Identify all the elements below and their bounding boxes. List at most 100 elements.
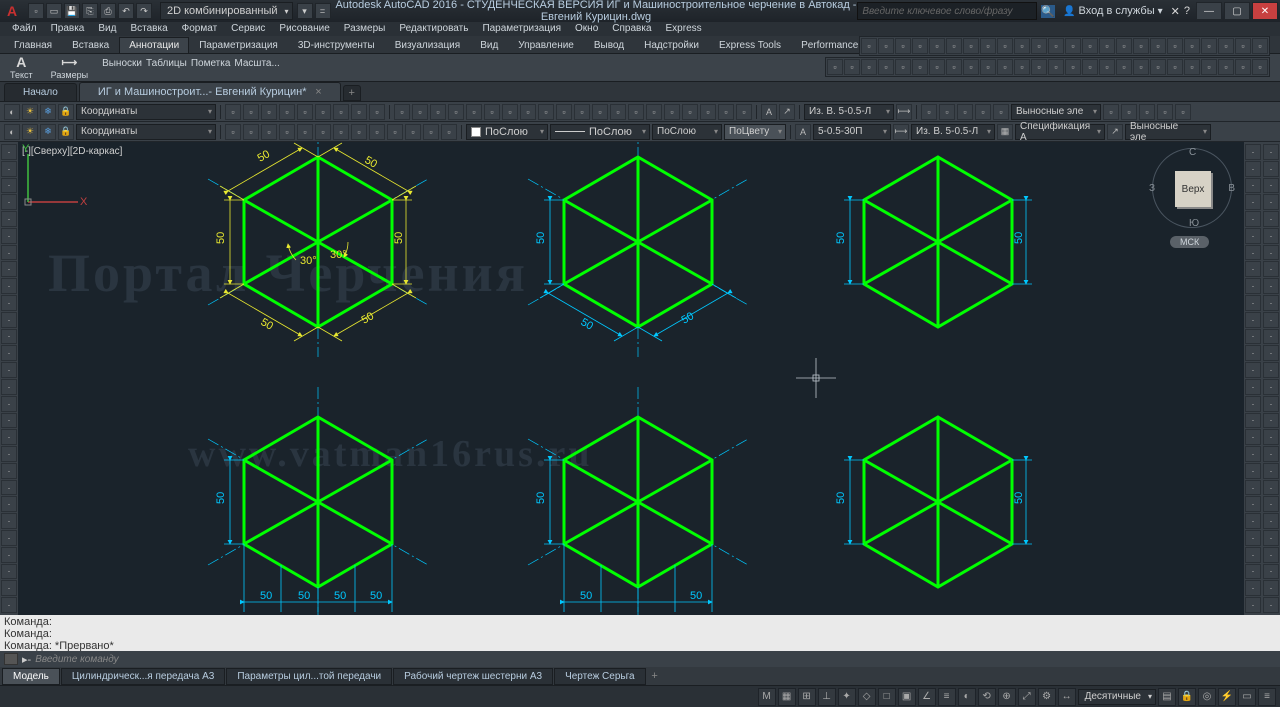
float-tool-icon[interactable]: ▫ xyxy=(1201,38,1217,54)
grid-toggle[interactable]: ▦ xyxy=(778,688,796,706)
tool-icon[interactable]: ▫ xyxy=(297,124,313,140)
float-tool-icon[interactable]: ▫ xyxy=(1201,59,1217,75)
float-tool-icon[interactable]: ▫ xyxy=(1235,59,1251,75)
float-tool-icon[interactable]: ▫ xyxy=(1099,59,1115,75)
customize-status[interactable]: ≡ xyxy=(1258,688,1276,706)
draw-tool-icon[interactable]: · xyxy=(1,564,17,580)
minimize-button[interactable]: — xyxy=(1196,2,1222,20)
linetype-combo[interactable]: ПоСлою xyxy=(550,124,650,140)
modify-tool-icon[interactable]: · xyxy=(1263,530,1279,546)
float-tool-icon[interactable]: ▫ xyxy=(929,59,945,75)
tool-icon[interactable]: ▫ xyxy=(1175,104,1191,120)
help-search-input[interactable]: Введите ключевое слово/фразу xyxy=(857,2,1037,20)
modify-tool-icon[interactable]: · xyxy=(1263,144,1279,160)
menu-express[interactable]: Express xyxy=(660,22,708,36)
nav-tool-icon[interactable]: · xyxy=(1245,144,1261,160)
tool-icon[interactable]: ▫ xyxy=(441,124,457,140)
layer-freeze-icon[interactable]: ❄ xyxy=(40,104,56,120)
menu-window[interactable]: Окно xyxy=(569,22,604,36)
tool-icon[interactable]: ▫ xyxy=(628,104,644,120)
qat-saveas-icon[interactable]: ⎘ xyxy=(82,3,98,19)
modify-tool-icon[interactable]: · xyxy=(1263,396,1279,412)
textstyle-combo[interactable]: 5-0.5-30П xyxy=(813,124,891,140)
float-tool-icon[interactable]: ▫ xyxy=(1150,38,1166,54)
nav-tool-icon[interactable]: · xyxy=(1245,463,1261,479)
tool-icon[interactable]: ▫ xyxy=(664,104,680,120)
tool-icon[interactable]: ▫ xyxy=(351,124,367,140)
modify-tool-icon[interactable]: · xyxy=(1263,597,1279,613)
modify-tool-icon[interactable]: · xyxy=(1263,547,1279,563)
dimstyle-combo-1[interactable]: Из. В. 5-0.5-Л xyxy=(804,104,894,120)
modify-tool-icon[interactable]: · xyxy=(1263,345,1279,361)
float-tool-icon[interactable]: ▫ xyxy=(946,38,962,54)
osnap-toggle[interactable]: □ xyxy=(878,688,896,706)
layer2-combo[interactable]: Координаты xyxy=(76,124,216,140)
modify-tool-icon[interactable]: · xyxy=(1263,379,1279,395)
nav-tool-icon[interactable]: · xyxy=(1245,580,1261,596)
nav-tool-icon[interactable]: · xyxy=(1245,496,1261,512)
cleanscreen-toggle[interactable]: ▭ xyxy=(1238,688,1256,706)
cycling-toggle[interactable]: ⟲ xyxy=(978,688,996,706)
modify-tool-icon[interactable]: · xyxy=(1263,564,1279,580)
tool-icon[interactable]: ▫ xyxy=(261,104,277,120)
leaderstyle-icon[interactable]: ↗ xyxy=(1107,124,1123,140)
float-tool-icon[interactable]: ▫ xyxy=(827,59,843,75)
draw-tool-icon[interactable]: · xyxy=(1,295,17,311)
tool-icon[interactable]: ▫ xyxy=(1103,104,1119,120)
float-tool-icon[interactable]: ▫ xyxy=(1252,38,1268,54)
sign-in-button[interactable]: 👤 Вход в службы ▾ xyxy=(1059,5,1167,17)
float-tool-icon[interactable]: ▫ xyxy=(963,38,979,54)
model-toggle[interactable]: M xyxy=(758,688,776,706)
float-tool-icon[interactable]: ▫ xyxy=(1082,59,1098,75)
draw-tool-icon[interactable]: · xyxy=(1,161,17,177)
tool-icon[interactable]: ▫ xyxy=(333,104,349,120)
ortho-toggle[interactable]: ⊥ xyxy=(818,688,836,706)
float-tool-icon[interactable]: ▫ xyxy=(1065,38,1081,54)
tool-icon[interactable]: ▫ xyxy=(993,104,1009,120)
nav-tool-icon[interactable]: · xyxy=(1245,261,1261,277)
modify-tool-icon[interactable]: · xyxy=(1263,446,1279,462)
ribbon-tab-home[interactable]: Главная xyxy=(4,37,62,53)
exchange-icon[interactable]: ✕ xyxy=(1171,5,1180,18)
isodraft-toggle[interactable]: ◇ xyxy=(858,688,876,706)
snap-toggle[interactable]: ⊞ xyxy=(798,688,816,706)
menu-format[interactable]: Формат xyxy=(176,22,224,36)
tool-icon[interactable]: ▫ xyxy=(610,104,626,120)
tool-icon[interactable]: ▫ xyxy=(315,124,331,140)
draw-tool-icon[interactable]: · xyxy=(1,312,17,328)
draw-tool-icon[interactable]: · xyxy=(1,362,17,378)
menu-help[interactable]: Справка xyxy=(606,22,657,36)
hwacc-toggle[interactable]: ⚡ xyxy=(1218,688,1236,706)
nav-tool-icon[interactable]: · xyxy=(1245,211,1261,227)
tool-icon[interactable]: ▫ xyxy=(957,104,973,120)
tool-icon[interactable]: ▫ xyxy=(975,104,991,120)
tool-icon[interactable]: ▫ xyxy=(387,124,403,140)
float-tool-icon[interactable]: ▫ xyxy=(1218,38,1234,54)
float-tool-icon[interactable]: ▫ xyxy=(895,38,911,54)
drawing-tab-start[interactable]: Начало xyxy=(4,83,77,101)
float-tool-icon[interactable]: ▫ xyxy=(1133,59,1149,75)
draw-tool-icon[interactable]: · xyxy=(1,513,17,529)
menu-insert[interactable]: Вставка xyxy=(124,22,173,36)
nav-tool-icon[interactable]: · xyxy=(1245,396,1261,412)
dimstyle-icon[interactable]: ⟼ xyxy=(893,124,909,140)
qat-open-icon[interactable]: ▭ xyxy=(46,3,62,19)
tool-icon[interactable]: ▫ xyxy=(430,104,446,120)
menu-dimension[interactable]: Размеры xyxy=(338,22,392,36)
float-tool-icon[interactable]: ▫ xyxy=(1031,59,1047,75)
float-tool-icon[interactable]: ▫ xyxy=(912,59,928,75)
float-tool-icon[interactable]: ▫ xyxy=(980,59,996,75)
polar-toggle[interactable]: ✦ xyxy=(838,688,856,706)
bulb-icon[interactable]: ☀ xyxy=(22,124,38,140)
ribbon-panel-markup[interactable]: Пометка xyxy=(191,58,231,69)
float-tool-icon[interactable]: ▫ xyxy=(1048,38,1064,54)
menu-draw[interactable]: Рисование xyxy=(273,22,335,36)
qat-more-icon[interactable]: = xyxy=(315,3,331,19)
tool-icon[interactable]: ▫ xyxy=(333,124,349,140)
tool-icon[interactable]: ▫ xyxy=(718,104,734,120)
draw-tool-icon[interactable]: · xyxy=(1,530,17,546)
tool-icon[interactable]: ▫ xyxy=(921,104,937,120)
modify-tool-icon[interactable]: · xyxy=(1263,329,1279,345)
tool-icon[interactable]: ▫ xyxy=(297,104,313,120)
draw-tool-icon[interactable]: · xyxy=(1,211,17,227)
